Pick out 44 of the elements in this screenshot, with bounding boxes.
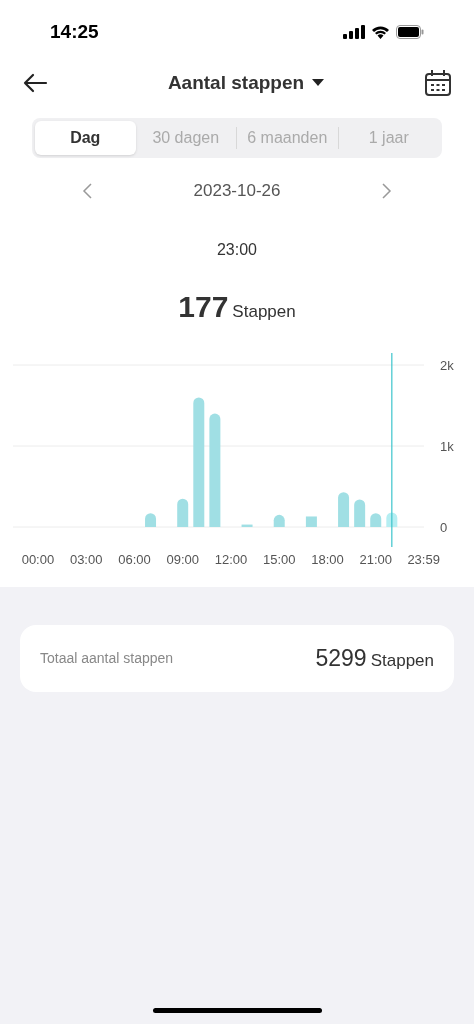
x-axis-label: 03:00 <box>69 551 103 567</box>
period-tab[interactable]: Dag <box>35 121 136 155</box>
selected-value: 177 <box>178 288 229 325</box>
bar[interactable] <box>145 512 157 527</box>
bar[interactable] <box>209 413 221 527</box>
summary-unit: Stappen <box>370 649 434 672</box>
bar[interactable] <box>386 511 398 527</box>
bar[interactable] <box>177 498 189 527</box>
bar[interactable] <box>273 514 285 527</box>
page-title[interactable]: Aantal stappen <box>167 68 305 98</box>
value-unit: Stappen <box>232 300 296 323</box>
y-axis-label: 2k <box>440 357 454 373</box>
x-axis-label: 12:00 <box>214 551 248 567</box>
summary-label: Totaal aantal stappen <box>40 648 174 668</box>
dropdown-caret-icon[interactable] <box>312 79 325 87</box>
period-tab[interactable]: 1 jaar <box>338 121 439 155</box>
bar[interactable] <box>370 512 382 527</box>
next-chevron-icon[interactable] <box>382 182 392 199</box>
bar[interactable] <box>354 498 366 527</box>
signal-icon <box>343 25 365 39</box>
status-time: 14:25 <box>50 19 99 44</box>
x-axis-label: 00:00 <box>21 551 55 567</box>
x-axis-label: 21:00 <box>359 551 392 567</box>
x-axis-label: 15:00 <box>262 551 296 567</box>
summary-value: 5299 <box>315 643 367 673</box>
period-tab[interactable]: 30 dagen <box>135 121 236 155</box>
selected-time: 23:00 <box>216 239 257 260</box>
period-tab[interactable]: 6 maanden <box>237 121 338 155</box>
bar[interactable] <box>193 396 205 527</box>
calendar-icon[interactable] <box>424 69 452 97</box>
battery-icon <box>396 25 424 39</box>
previous-chevron-icon[interactable] <box>82 182 92 199</box>
bar[interactable] <box>338 491 350 527</box>
date-label: 2023-10-26 <box>193 180 281 202</box>
y-axis-label: 1k <box>440 438 454 454</box>
x-axis-label: 09:00 <box>166 551 199 567</box>
y-axis-label: 0 <box>440 519 448 535</box>
bar[interactable] <box>305 515 317 527</box>
x-axis-label: 18:00 <box>311 551 344 567</box>
x-axis-label: 06:00 <box>118 551 151 567</box>
bar[interactable] <box>241 524 253 527</box>
wifi-icon <box>371 25 390 39</box>
x-axis-label: 23:59 <box>407 551 440 567</box>
back-arrow-icon[interactable] <box>22 73 48 93</box>
